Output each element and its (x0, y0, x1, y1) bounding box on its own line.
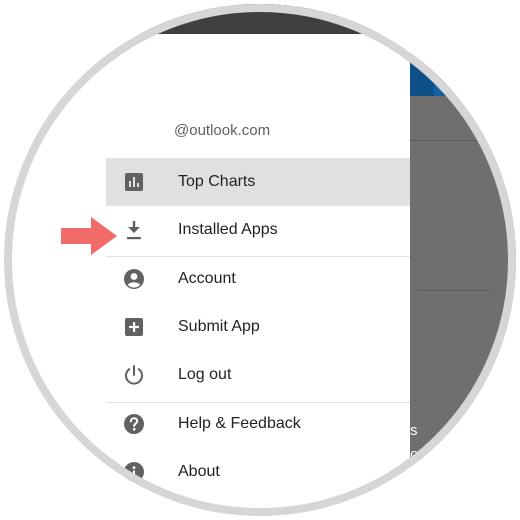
menu-item-installed-apps[interactable]: Installed Apps (106, 206, 410, 254)
menu-item-label: Log out (178, 366, 232, 383)
background-text: om (410, 446, 431, 463)
power-icon (122, 363, 146, 387)
screenshot-stage: s om @outlook.com Top Charts Installed A… (0, 0, 520, 520)
menu-item-account[interactable]: Account (106, 255, 410, 303)
menu-item-label: About (178, 463, 220, 480)
navigation-drawer: @outlook.com Top Charts Installed Apps A… (4, 4, 410, 516)
menu-item-label: Submit App (178, 318, 260, 335)
menu-item-help-feedback[interactable]: Help & Feedback (106, 400, 410, 448)
background-header-highlight (434, 56, 516, 96)
bar-chart-icon (122, 170, 146, 194)
account-email: @outlook.com (174, 122, 271, 139)
menu-item-label: Account (178, 270, 236, 287)
add-box-icon (122, 315, 146, 339)
info-icon (122, 460, 146, 484)
drawer-header-bar (4, 4, 410, 34)
menu-item-submit-app[interactable]: Submit App (106, 303, 410, 351)
download-icon (122, 218, 146, 242)
menu-item-label: Help & Feedback (178, 415, 301, 432)
menu-item-log-out[interactable]: Log out (106, 351, 410, 399)
menu-item-top-charts[interactable]: Top Charts (106, 158, 410, 206)
account-circle-icon (122, 267, 146, 291)
background-text: s (410, 422, 418, 439)
background-divider (410, 140, 490, 141)
menu-item-label: Top Charts (178, 173, 256, 190)
help-icon (122, 412, 146, 436)
menu-item-about[interactable]: About (106, 448, 410, 496)
annotation-arrow-icon (61, 217, 117, 255)
background-divider (418, 290, 490, 291)
menu-item-label: Installed Apps (178, 221, 278, 238)
circular-crop: s om @outlook.com Top Charts Installed A… (4, 4, 516, 516)
background-content: s om (410, 4, 516, 516)
